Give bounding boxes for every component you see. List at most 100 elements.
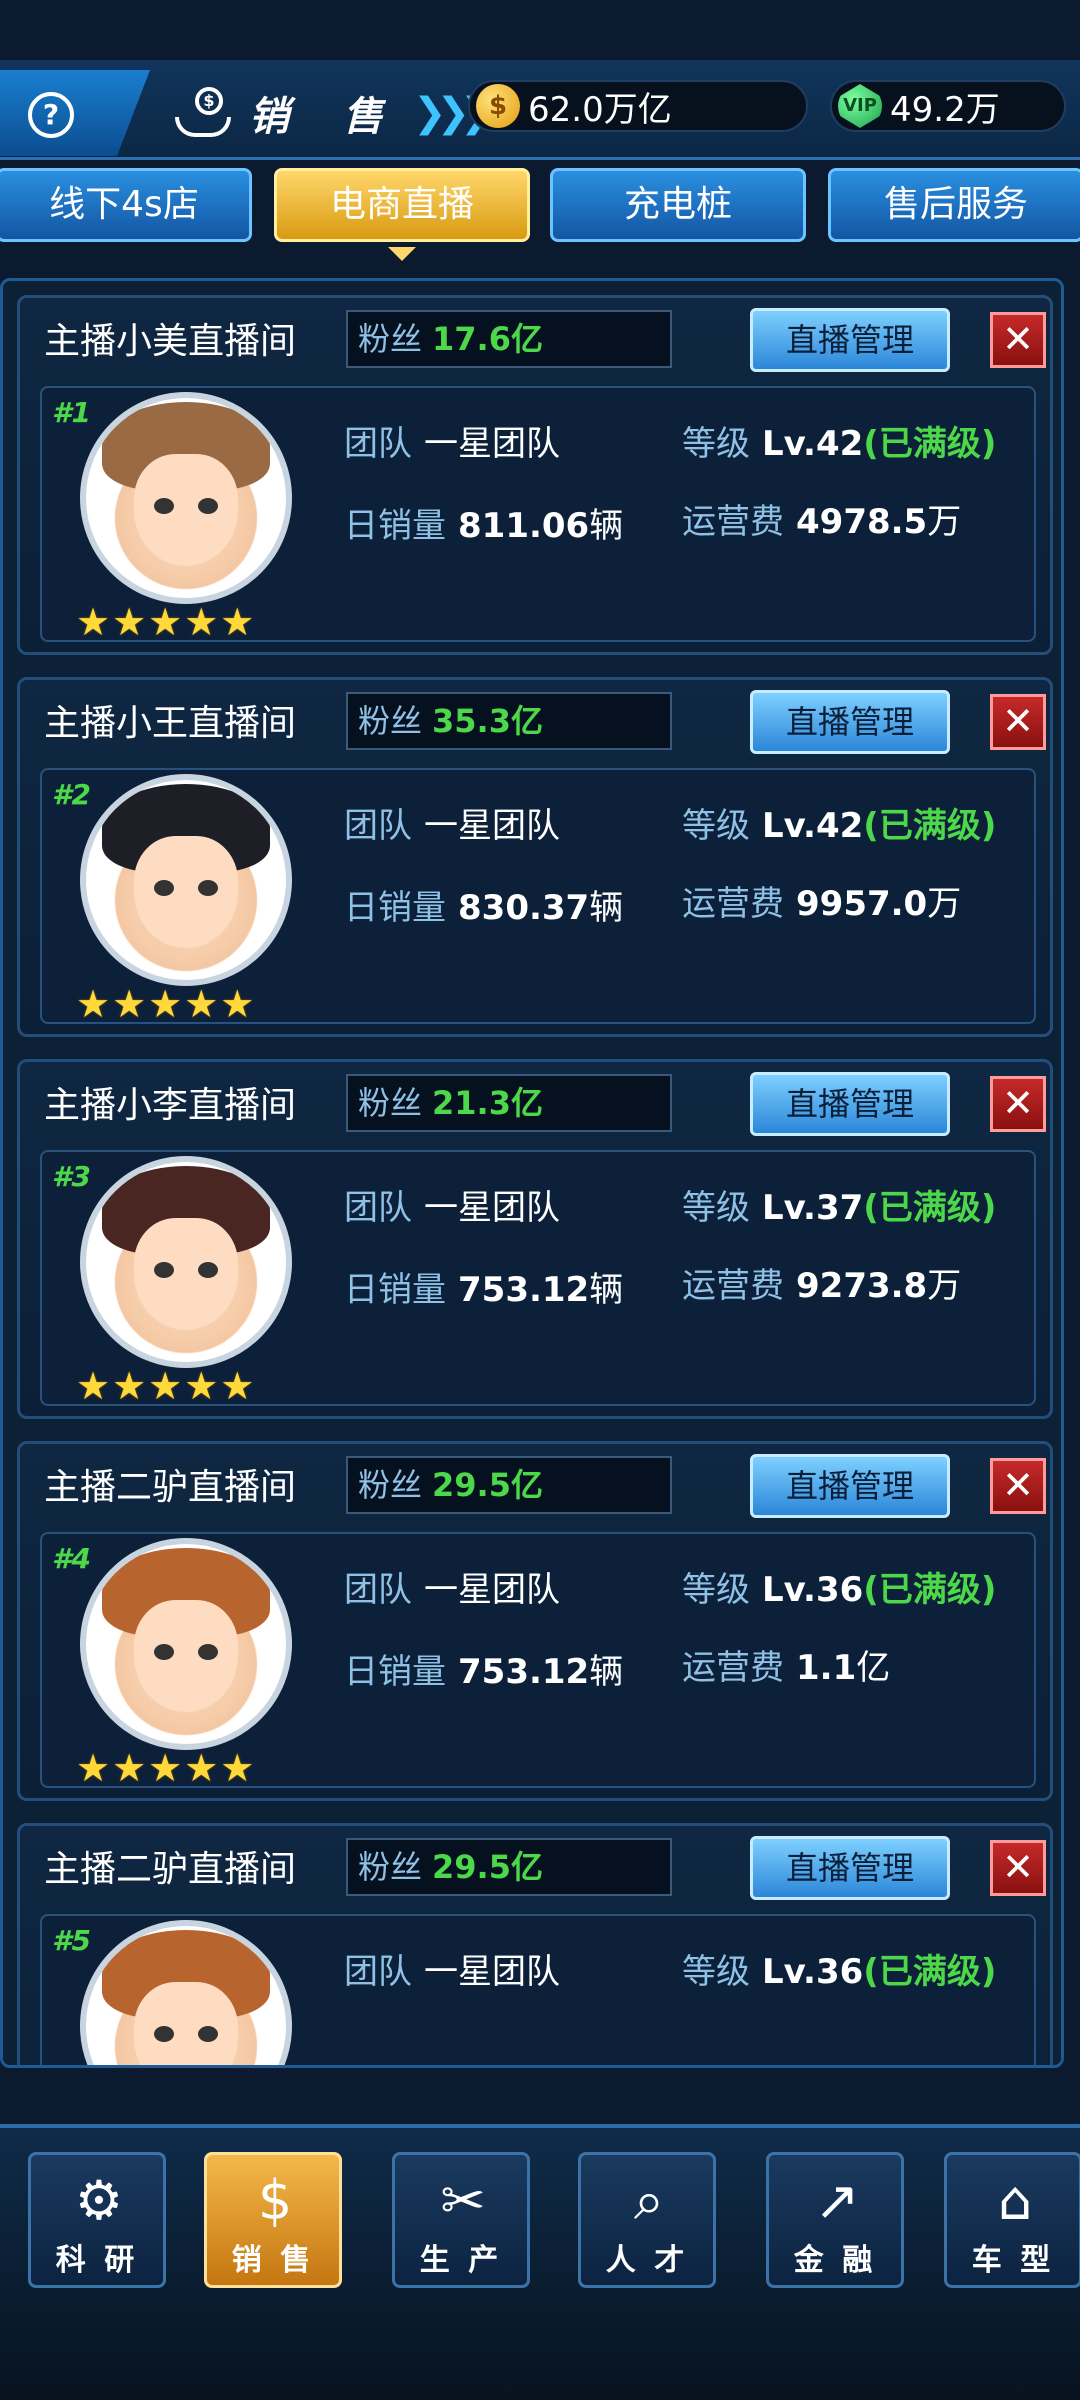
streamer-card: 主播二驴直播间 粉丝 29.5亿 直播管理 ✕ #5 团队 一星团队 等级 Lv.36… (17, 1823, 1053, 2065)
vip-gem-icon: VIP (838, 84, 882, 128)
daily-sales-unit: 辆 (589, 1652, 624, 1692)
close-icon[interactable]: ✕ (990, 1840, 1046, 1896)
gold-resource: $ 62.0万亿 (468, 80, 808, 132)
operating-cost-stat: 运营费 4978.5万 (682, 494, 961, 543)
fans-box: 粉丝 21.3亿 (346, 1074, 672, 1132)
rank-label: #1 (52, 396, 91, 429)
team-stat: 团队 一星团队 (344, 1562, 560, 1611)
tab-after-sales[interactable]: 售后服务 (828, 168, 1080, 242)
daily-sales-stat: 日销量 753.12辆 (344, 1262, 623, 1311)
rank-label: #2 (52, 778, 91, 811)
finance-chart-icon: ↗ (814, 2169, 860, 2232)
research-gear-icon: ⚙ (74, 2169, 124, 2232)
fans-label: 粉丝 (358, 1084, 423, 1122)
live-manage-button[interactable]: 直播管理 (750, 1072, 950, 1136)
fans-label: 粉丝 (358, 320, 423, 358)
team-stat: 团队 一星团队 (344, 1180, 560, 1229)
fans-value: 29.5亿 (432, 1466, 543, 1504)
streamer-card: 主播小王直播间 粉丝 35.3亿 直播管理 ✕ #2 ★★★★★ 团队 一星团队 等… (17, 677, 1053, 1037)
level-value: Lv.42 (762, 424, 864, 464)
section-title-text: 销 售 (249, 94, 403, 140)
nav-item[interactable]: ⌂ 车 型 (944, 2152, 1080, 2288)
operating-cost-label: 运营费 (682, 1648, 784, 1688)
nav-item[interactable]: ↗ 金 融 (766, 2152, 904, 2288)
nav-item[interactable]: ⌕ 人 才 (578, 2152, 716, 2288)
nav-label: 车 型 (971, 2243, 1055, 2278)
fans-label: 粉丝 (358, 702, 423, 740)
avatar[interactable] (80, 1538, 292, 1750)
tab-ecommerce-live[interactable]: 电商直播 (274, 168, 530, 261)
streamer-room-name: 主播小王直播间 (44, 703, 297, 744)
streamer-room-name: 主播小李直播间 (44, 1085, 297, 1126)
fans-box: 粉丝 35.3亿 (346, 692, 672, 750)
nav-label: 销 售 (231, 2243, 315, 2278)
level-label: 等级 (682, 1188, 750, 1228)
level-value: Lv.42 (762, 806, 864, 846)
question-icon[interactable]: ? (28, 92, 74, 138)
nav-item[interactable]: ✂ 生 产 (392, 2152, 530, 2288)
streamer-info: #4 ★★★★★ 团队 一星团队 等级 Lv.36(已满级) 日销量 753.12辆 … (40, 1532, 1036, 1790)
level-label: 等级 (682, 806, 750, 846)
close-icon[interactable]: ✕ (990, 694, 1046, 750)
fans-box: 粉丝 17.6亿 (346, 310, 672, 368)
streamer-info: #2 ★★★★★ 团队 一星团队 等级 Lv.42(已满级) 日销量 830.37辆 … (40, 768, 1036, 1026)
fans-value: 29.5亿 (432, 1848, 543, 1886)
avatar[interactable] (80, 774, 292, 986)
level-value: Lv.37 (762, 1188, 864, 1228)
maxed-label: (已满级) (863, 1188, 997, 1228)
team-label: 团队 (344, 424, 412, 464)
daily-sales-value: 830.37 (458, 888, 590, 928)
daily-sales-stat: 日销量 830.37辆 (344, 880, 623, 929)
maxed-label: (已满级) (863, 806, 997, 846)
live-manage-button[interactable]: 直播管理 (750, 308, 950, 372)
streamer-info: #5 团队 一星团队 等级 Lv.36(已满级) (40, 1914, 1036, 2065)
fans-value: 17.6亿 (432, 320, 543, 358)
operating-cost-unit: 亿 (856, 1648, 891, 1688)
sales-hand-coin-icon: $ (257, 2169, 293, 2232)
nav-item[interactable]: $ 销 售 (204, 2152, 342, 2288)
live-manage-button[interactable]: 直播管理 (750, 690, 950, 754)
daily-sales-unit: 辆 (589, 1270, 624, 1310)
operating-cost-unit: 万 (927, 884, 962, 924)
avatar[interactable] (80, 392, 292, 604)
level-label: 等级 (682, 1952, 750, 1992)
team-label: 团队 (344, 1570, 412, 1610)
avatar[interactable] (80, 1156, 292, 1368)
streamer-list[interactable]: 主播小美直播间 粉丝 17.6亿 直播管理 ✕ #1 ★★★★★ 团队 一星团队 等… (0, 278, 1064, 2068)
operating-cost-label: 运营费 (682, 502, 784, 542)
nav-label: 科 研 (55, 2243, 139, 2278)
avatar[interactable] (80, 1920, 292, 2065)
daily-sales-unit: 辆 (589, 506, 624, 546)
team-value: 一星团队 (424, 424, 560, 464)
level-label: 等级 (682, 1570, 750, 1610)
close-icon[interactable]: ✕ (990, 312, 1046, 368)
team-value: 一星团队 (424, 806, 560, 846)
live-manage-button[interactable]: 直播管理 (750, 1454, 950, 1518)
nav-item[interactable]: ⚙ 科 研 (28, 2152, 166, 2288)
operating-cost-value: 9957.0 (796, 884, 928, 924)
tab-offline-4s[interactable]: 线下4s店 (0, 168, 252, 242)
team-value: 一星团队 (424, 1570, 560, 1610)
rank-label: #5 (52, 1924, 91, 1957)
level-stat: 等级 Lv.36(已满级) (682, 1562, 996, 1611)
operating-cost-label: 运营费 (682, 1266, 784, 1306)
daily-sales-value: 753.12 (458, 1270, 590, 1310)
streamer-room-name: 主播小美直播间 (44, 321, 297, 362)
close-icon[interactable]: ✕ (990, 1458, 1046, 1514)
nav-label: 金 融 (793, 2243, 877, 2278)
daily-sales-stat: 日销量 811.06辆 (344, 498, 623, 547)
operating-cost-value: 9273.8 (796, 1266, 928, 1306)
fans-box: 粉丝 29.5亿 (346, 1838, 672, 1896)
streamer-info: #3 ★★★★★ 团队 一星团队 等级 Lv.37(已满级) 日销量 753.12辆 … (40, 1150, 1036, 1408)
tab-charging[interactable]: 充电桩 (550, 168, 806, 242)
operating-cost-value: 1.1 (796, 1648, 857, 1688)
level-stat: 等级 Lv.42(已满级) (682, 798, 996, 847)
bottom-nav: ⚙ 科 研 $ 销 售 ✂ 生 产 ⌕ 人 才 ↗ 金 融 ⌂ 车 型 (0, 2124, 1080, 2400)
live-manage-button[interactable]: 直播管理 (750, 1836, 950, 1900)
operating-cost-stat: 运营费 1.1亿 (682, 1640, 890, 1689)
level-stat: 等级 Lv.36(已满级) (682, 1944, 996, 1993)
close-icon[interactable]: ✕ (990, 1076, 1046, 1132)
fans-value: 35.3亿 (432, 702, 543, 740)
star-rating: ★★★★★ (76, 1364, 257, 1408)
team-label: 团队 (344, 1952, 412, 1992)
